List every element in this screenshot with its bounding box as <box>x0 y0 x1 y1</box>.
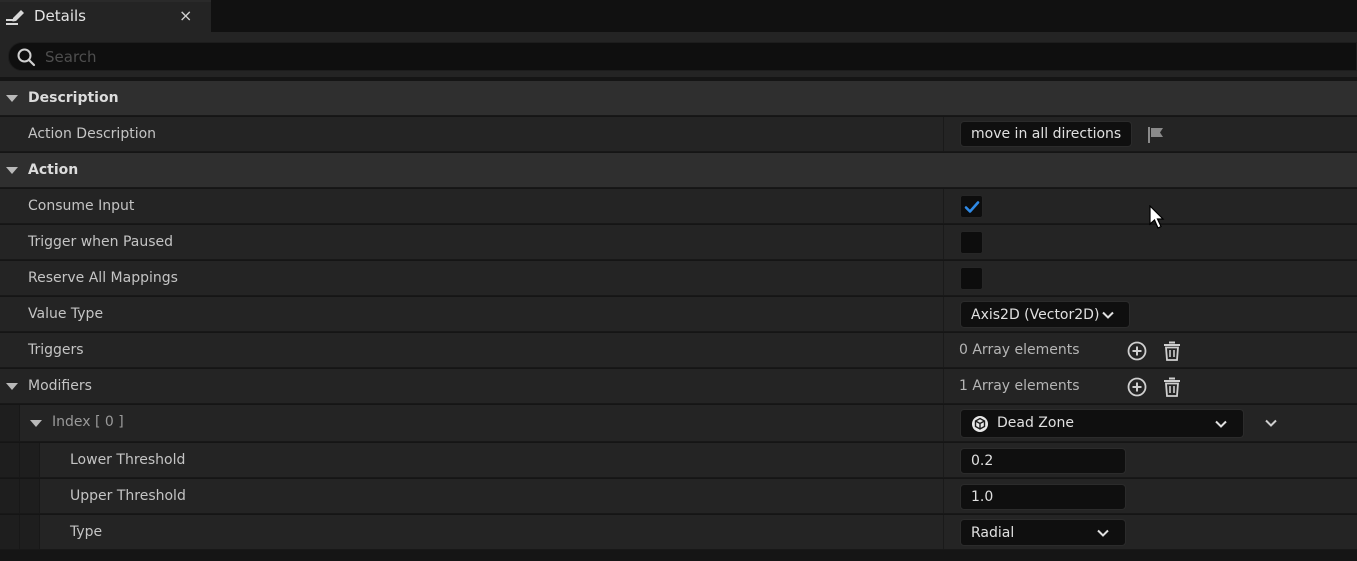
indent-guide <box>0 443 20 477</box>
category-label: Description <box>28 90 119 106</box>
property-row-modifier-index: Index [ 0 ] Dead Zone <box>0 405 1357 442</box>
column-splitter[interactable] <box>943 117 944 151</box>
column-splitter[interactable] <box>943 515 944 549</box>
column-splitter[interactable] <box>943 297 944 331</box>
property-label: Index [ 0 ] <box>52 414 124 430</box>
add-element-icon[interactable] <box>1126 376 1148 398</box>
tab-title: Details <box>34 7 87 25</box>
array-count: 0 Array elements <box>959 342 1080 358</box>
property-row-triggers: Triggers 0 Array elements <box>0 333 1357 368</box>
search-input[interactable] <box>45 46 1245 68</box>
property-row-lower-threshold: Lower Threshold 0.2 <box>0 443 1357 478</box>
property-row-modifiers: Modifiers 1 Array elements <box>0 369 1357 404</box>
indent-guide <box>20 515 40 549</box>
column-splitter[interactable] <box>943 189 944 223</box>
property-label: Trigger when Paused <box>28 234 174 250</box>
indent-guide <box>20 479 40 513</box>
property-label: Modifiers <box>28 378 92 394</box>
array-count: 1 Array elements <box>959 378 1080 394</box>
trash-icon[interactable] <box>1161 376 1183 398</box>
value-type-dropdown[interactable]: Axis2D (Vector2D) <box>960 301 1130 328</box>
dropdown-value: Dead Zone <box>997 415 1074 431</box>
add-element-icon[interactable] <box>1126 340 1148 362</box>
close-icon[interactable]: × <box>179 6 192 25</box>
category-label: Action <box>28 162 79 178</box>
search-box <box>8 42 1357 71</box>
property-label: Type <box>70 524 103 540</box>
expand-arrow-icon[interactable] <box>30 420 42 427</box>
property-row-action-description: Action Description move in all direction… <box>0 117 1357 152</box>
lower-threshold-field[interactable]: 0.2 <box>960 448 1126 474</box>
chevron-down-icon <box>1097 529 1109 537</box>
chevron-down-icon <box>1102 311 1114 319</box>
expand-arrow-icon[interactable] <box>6 167 18 174</box>
property-row-upper-threshold: Upper Threshold 1.0 <box>0 479 1357 514</box>
column-splitter[interactable] <box>943 333 944 367</box>
category-description[interactable]: Description <box>0 81 1357 116</box>
mouse-cursor-icon <box>1149 205 1165 229</box>
action-description-field[interactable]: move in all directions <box>960 121 1133 147</box>
upper-threshold-field[interactable]: 1.0 <box>960 484 1126 510</box>
flag-icon[interactable] <box>1146 125 1166 145</box>
category-action[interactable]: Action <box>0 153 1357 188</box>
tab-bar: Details × <box>0 0 1357 32</box>
details-pencil-icon <box>6 10 24 25</box>
chevron-down-icon[interactable] <box>1264 417 1278 429</box>
indent-guide <box>0 479 20 513</box>
property-label: Triggers <box>28 342 84 358</box>
column-splitter[interactable] <box>943 479 944 513</box>
column-splitter[interactable] <box>943 369 944 403</box>
modifier-class-icon <box>972 416 988 432</box>
expand-arrow-icon[interactable] <box>6 383 18 390</box>
trash-icon[interactable] <box>1161 340 1183 362</box>
details-toolbar <box>0 32 1357 77</box>
indent-guide <box>0 515 20 549</box>
column-splitter[interactable] <box>943 225 944 259</box>
indent-guide <box>20 443 40 477</box>
chevron-down-icon <box>1215 420 1227 428</box>
property-row-reserve-all-mappings: Reserve All Mappings <box>0 261 1357 296</box>
property-label: Upper Threshold <box>70 488 186 504</box>
property-label: Value Type <box>28 306 104 322</box>
property-row-type: Type Radial <box>0 515 1357 550</box>
property-label: Consume Input <box>28 198 135 214</box>
column-splitter[interactable] <box>943 405 944 441</box>
column-splitter[interactable] <box>943 443 944 477</box>
consume-input-checkbox[interactable] <box>960 195 983 218</box>
dropdown-value: Axis2D (Vector2D) <box>971 307 1100 323</box>
reserve-all-mappings-checkbox[interactable] <box>960 267 983 290</box>
tab-details[interactable]: Details × <box>0 0 211 32</box>
property-label: Reserve All Mappings <box>28 270 178 286</box>
property-label: Action Description <box>28 126 157 142</box>
trigger-when-paused-checkbox[interactable] <box>960 231 983 254</box>
column-splitter[interactable] <box>943 261 944 295</box>
search-icon <box>17 48 36 67</box>
indent-guide <box>0 405 20 441</box>
checkmark-icon <box>964 201 980 213</box>
property-row-value-type: Value Type Axis2D (Vector2D) <box>0 297 1357 332</box>
type-dropdown[interactable]: Radial <box>960 519 1126 546</box>
expand-arrow-icon[interactable] <box>6 95 18 102</box>
dropdown-value: Radial <box>971 525 1015 541</box>
modifier-class-dropdown[interactable]: Dead Zone <box>960 409 1244 438</box>
property-label: Lower Threshold <box>70 452 186 468</box>
